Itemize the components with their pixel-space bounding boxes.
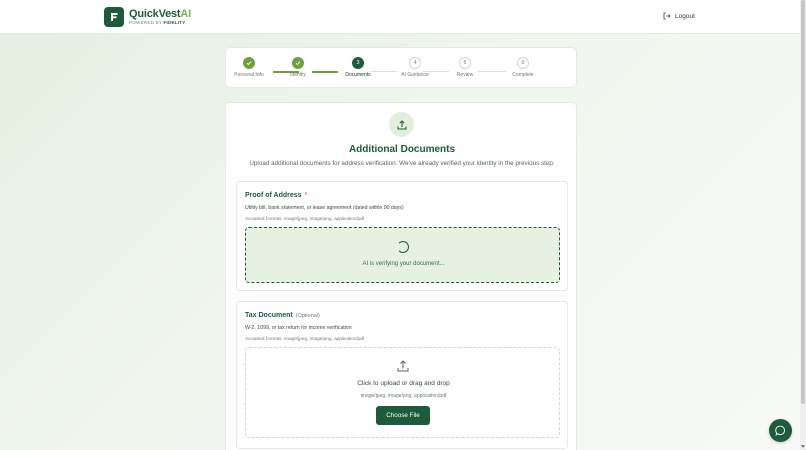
dropzone-formats: image/jpeg, image/png, application/pdf — [360, 393, 447, 399]
step-number: 4 — [409, 57, 421, 69]
step-ai-guidance: 4 AI Guidance — [395, 57, 435, 78]
choose-file-button[interactable]: Choose File — [376, 406, 430, 425]
section-description: Utility bill, bank statement, or lease a… — [245, 205, 404, 211]
step-number: 5 — [459, 57, 471, 69]
page-title: Additional Documents — [348, 144, 456, 155]
step-number: 6 — [517, 57, 529, 69]
step-label: Documents — [345, 72, 371, 78]
brand-name: QuickVestAI — [129, 7, 192, 20]
brand-text: QuickVestAI POWERED BY FIDELITY — [129, 7, 192, 26]
step-label: AI Guidance — [401, 72, 429, 78]
scroll-down-icon[interactable] — [801, 445, 805, 448]
progress-stepper: Personal Info Identity 3 Documents 4 AI … — [225, 47, 577, 88]
step-label: Identity — [289, 72, 307, 78]
step-number: 3 — [352, 57, 364, 69]
documents-card: Additional Documents Upload additional d… — [225, 102, 577, 450]
tax-document-section: Tax Document (Optional) W-2, 1099, or tax… — [236, 301, 568, 449]
step-check-icon — [292, 57, 304, 69]
section-title: Proof of Address * — [245, 192, 308, 199]
brand-logo[interactable]: QuickVestAI POWERED BY FIDELITY — [104, 7, 191, 27]
step-label: Complete — [512, 72, 534, 78]
step-label: Personal Info — [234, 72, 264, 78]
optional-label: (Optional) — [295, 313, 320, 319]
verifying-dropzone: AI is verifying your document... — [245, 227, 560, 283]
loading-spinner-icon — [397, 241, 409, 253]
verifying-status: AI is verifying your document... — [362, 261, 445, 267]
accepted-formats: Accepted formats: image/jpeg, image/png,… — [245, 216, 365, 221]
chat-icon — [775, 425, 785, 436]
logout-label: Logout — [675, 12, 695, 20]
powered-by: POWERED BY FIDELITY — [129, 19, 186, 25]
proof-of-address-section: Proof of Address * Utility bill, bank sta… — [236, 181, 568, 291]
step-check-icon — [243, 57, 255, 69]
step-documents: 3 Documents — [338, 57, 378, 78]
page-scrollbar[interactable] — [800, 0, 806, 450]
required-mark: * — [304, 192, 308, 199]
step-complete: 6 Complete — [503, 57, 543, 78]
logout-button[interactable]: Logout — [663, 12, 695, 20]
letter-f-logo-icon — [104, 7, 124, 27]
accepted-formats: Accepted formats: image/jpeg, image/png,… — [245, 336, 365, 341]
section-description: W-2, 1099, or tax return for income veri… — [245, 325, 352, 331]
upload-icon — [397, 360, 409, 372]
upload-icon — [389, 112, 414, 137]
top-header: QuickVestAI POWERED BY FIDELITY Logout — [0, 0, 800, 34]
logout-icon — [663, 12, 671, 20]
step-personal-info: Personal Info — [229, 57, 269, 78]
step-label: Review — [456, 72, 474, 78]
scroll-thumb[interactable] — [801, 0, 805, 404]
chat-button[interactable] — [769, 419, 792, 442]
dropzone-instruction: Click to upload or drag and drop — [357, 380, 450, 387]
section-title: Tax Document (Optional) — [245, 312, 320, 319]
page-subtitle: Upload additional documents for address … — [249, 160, 555, 167]
step-identity: Identity — [278, 57, 318, 78]
tax-document-dropzone[interactable]: Click to upload or drag and drop image/j… — [245, 347, 560, 438]
step-review: 5 Review — [445, 57, 485, 78]
